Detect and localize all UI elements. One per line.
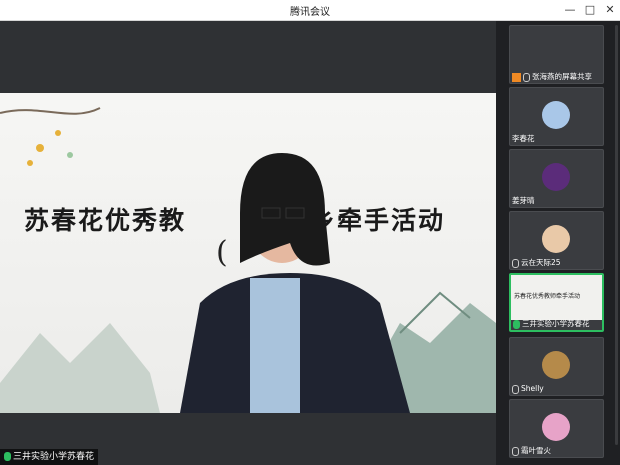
avatar (542, 225, 570, 253)
participant-tile[interactable]: 姜芽晴 (509, 149, 604, 208)
avatar (542, 101, 570, 129)
participant-tile[interactable]: 张海燕的屏幕共享 (509, 25, 604, 84)
minimize-icon[interactable]: — (560, 0, 580, 20)
video-thumbnail: 苏春花优秀教师牵手活动 (511, 275, 602, 320)
participant-list: 张海燕的屏幕共享 李春花 姜芽晴 云在天际25 苏春花优秀教师牵手活动 三井实验… (496, 21, 620, 465)
close-icon[interactable]: ✕ (600, 0, 620, 20)
mic-icon (512, 258, 519, 268)
speaker-name-tag: 三井实验小学苏春花 (0, 449, 99, 465)
participant-tile[interactable]: 李春花 (509, 87, 604, 146)
speaker-figure (180, 153, 410, 413)
window-title: 腾讯会议 (290, 7, 330, 18)
participant-tile-active[interactable]: 苏春花优秀教师牵手活动 三井实验小学苏春花 (509, 273, 604, 332)
avatar (542, 413, 570, 441)
participant-tile[interactable]: 霜叶雪火 (509, 399, 604, 458)
title-bar: 腾讯会议 — □ ✕ (0, 0, 620, 21)
mic-icon (4, 452, 11, 461)
shared-video: 苏春花优秀教 乡牵手活动 ( (0, 93, 496, 413)
mic-icon (512, 384, 519, 394)
mic-icon (512, 446, 519, 456)
maximize-icon[interactable]: □ (580, 0, 600, 20)
main-video-stage[interactable]: 苏春花优秀教 乡牵手活动 ( 三井实验小学苏春花 (0, 21, 496, 465)
avatar (542, 351, 570, 379)
screen-share-icon (512, 72, 521, 82)
scrollbar[interactable] (615, 25, 618, 445)
participant-tile[interactable]: Shelly (509, 337, 604, 396)
mic-icon (513, 319, 520, 329)
avatar (542, 163, 570, 191)
mic-icon (523, 72, 530, 82)
participant-tile[interactable]: 云在天际25 (509, 211, 604, 270)
